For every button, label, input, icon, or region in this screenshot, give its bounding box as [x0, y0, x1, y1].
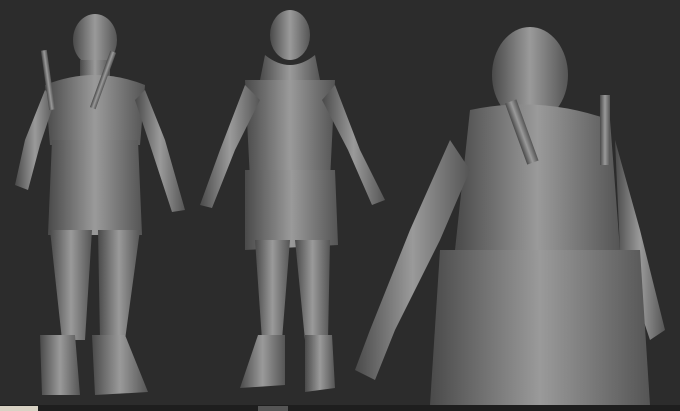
bottom-strip-left-block	[0, 406, 38, 411]
bottom-strip-mid-block	[258, 406, 288, 411]
bottom-strip	[0, 405, 680, 411]
sculpt-render	[0, 0, 680, 411]
